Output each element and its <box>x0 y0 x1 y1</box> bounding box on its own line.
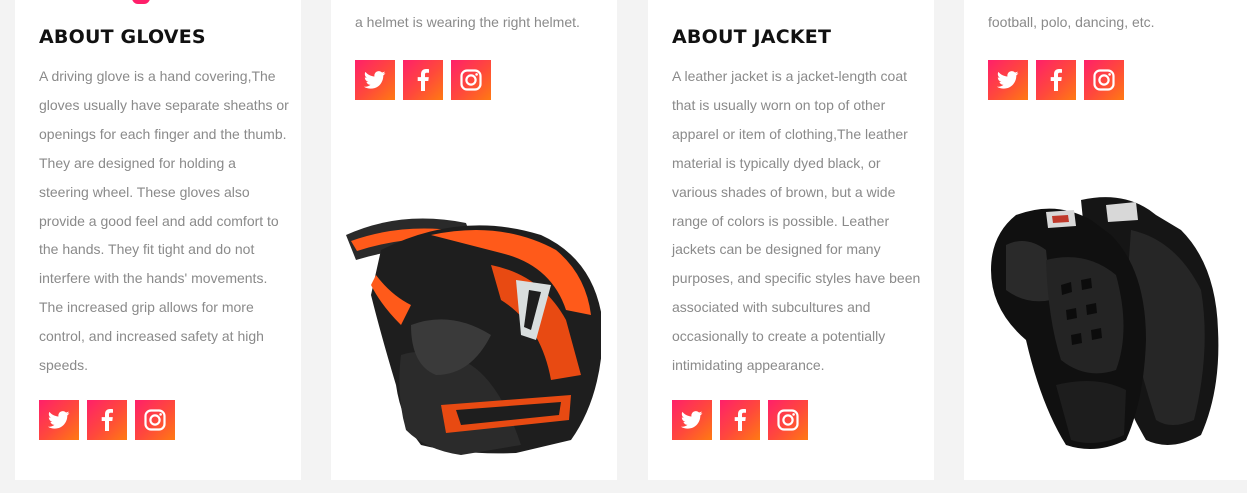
facebook-icon <box>417 69 429 91</box>
social-links <box>988 60 1124 100</box>
instagram-button[interactable] <box>451 60 491 100</box>
card-badge <box>132 0 150 4</box>
twitter-button[interactable] <box>672 400 712 440</box>
facebook-button[interactable] <box>403 60 443 100</box>
card-knee-pads: football, polo, dancing, etc. <box>964 0 1247 480</box>
instagram-icon <box>1093 69 1115 91</box>
facebook-icon <box>101 409 113 431</box>
social-links <box>39 400 175 440</box>
facebook-button[interactable] <box>1036 60 1076 100</box>
facebook-button[interactable] <box>720 400 760 440</box>
card-description: A leather jacket is a jacket-length coat… <box>672 68 921 374</box>
social-links <box>672 400 808 440</box>
instagram-icon <box>460 69 482 91</box>
twitter-icon <box>997 71 1019 89</box>
twitter-icon <box>681 411 703 429</box>
knee-pads-image <box>991 197 1219 449</box>
card-title: ABOUT JACKET <box>672 26 832 48</box>
instagram-button[interactable] <box>135 400 175 440</box>
card-description-tail: football, polo, dancing, etc. <box>988 14 1155 30</box>
helmet-image <box>346 218 601 455</box>
twitter-button[interactable] <box>39 400 79 440</box>
twitter-button[interactable] <box>988 60 1028 100</box>
card-helmet: a helmet is wearing the right helmet. <box>331 0 617 480</box>
twitter-button[interactable] <box>355 60 395 100</box>
instagram-icon <box>144 409 166 431</box>
instagram-button[interactable] <box>1084 60 1124 100</box>
card-description: A driving glove is a hand covering,The g… <box>39 68 289 374</box>
card-about-gloves: ABOUT GLOVES A driving glove is a hand c… <box>15 0 301 480</box>
card-description-tail: a helmet is wearing the right helmet. <box>355 14 580 30</box>
instagram-icon <box>777 409 799 431</box>
facebook-button[interactable] <box>87 400 127 440</box>
social-links <box>355 60 491 100</box>
twitter-icon <box>364 71 386 89</box>
card-title: ABOUT GLOVES <box>39 26 206 48</box>
facebook-icon <box>1050 69 1062 91</box>
facebook-icon <box>734 409 746 431</box>
card-about-jacket: ABOUT JACKET A leather jacket is a jacke… <box>648 0 934 480</box>
twitter-icon <box>48 411 70 429</box>
instagram-button[interactable] <box>768 400 808 440</box>
